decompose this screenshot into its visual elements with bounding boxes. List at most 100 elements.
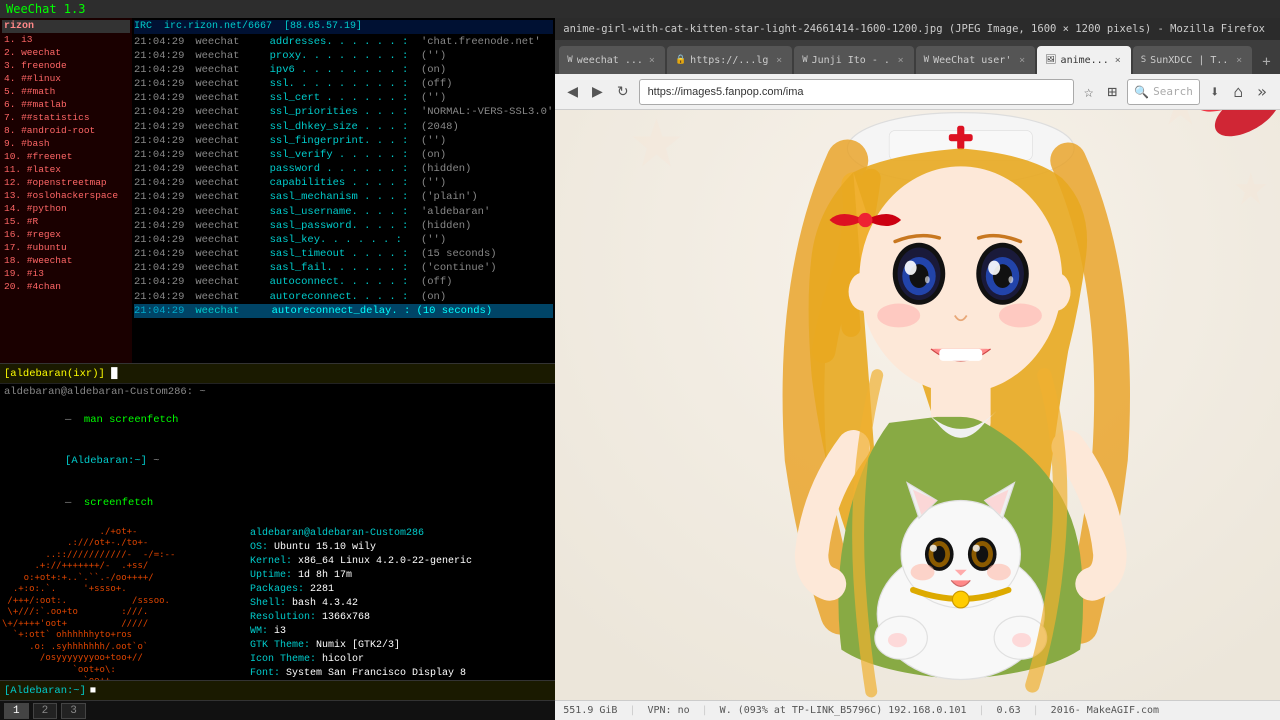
sidebar-item-i3[interactable]: 1. i3 (2, 33, 130, 46)
terminal-prompt1: aldebaran@aldebaran-Custom286: ~ (0, 383, 555, 400)
weechat-titlebar: WeeChat 1.3 (0, 0, 1280, 18)
tab-1[interactable]: 1 (4, 703, 29, 719)
chat-area: rizon 1. i32. weechat3. freenode4. ##lin… (0, 18, 555, 363)
screenfetch-info: aldebaran@aldebaran-Custom286 OS: Ubuntu… (242, 527, 472, 680)
sidebar-item-#math[interactable]: 5. ##math (2, 85, 130, 98)
status-year: 2016- MakeAGIF.com (1051, 705, 1159, 716)
sidebar-item-ubuntu[interactable]: 17. #ubuntu (2, 241, 130, 254)
bookmark-icon[interactable]: ☆ (1080, 78, 1098, 105)
chat-lines-container: 21:04:29 weechat addresses. . . . . . : … (134, 35, 553, 304)
firefox-nav: ◀ ▶ ↻ ☆ ⊞ 🔍 Search ⬇ ⌂ » ☰ (555, 74, 1280, 110)
sidebar-item-latex[interactable]: 11. #latex (2, 163, 130, 176)
firefox-content (555, 110, 1280, 700)
search-placeholder: Search (1153, 85, 1193, 98)
status-window: W. (093% at TP-LINK_B5796C) 192.168.0.10… (720, 705, 967, 716)
chat-line: 21:04:29 weechat sasl_mechanism . . . : … (134, 190, 553, 204)
status-size: 551.9 GiB (563, 705, 617, 716)
terminal-bottom-prompt: [Aldebaran:~] (4, 685, 86, 697)
status-divider1: | (629, 705, 635, 716)
sidebar-item-R[interactable]: 15. #R (2, 215, 130, 228)
chat-line: 21:04:29 weechat password . . . . . . : … (134, 162, 553, 176)
tab-favicon-anime: 🖼 (1045, 55, 1056, 65)
tab-label-weechat: weechat ... (577, 55, 643, 66)
sidebar-item-weechat[interactable]: 2. weechat (2, 46, 130, 59)
chat-line: 21:04:29 weechat autoreconnect. . . . : … (134, 290, 553, 304)
sidebar-item-#linux[interactable]: 4. ##linux (2, 72, 130, 85)
sidebar-item-python[interactable]: 14. #python (2, 202, 130, 215)
main-layout: rizon 1. i32. weechat3. freenode4. ##lin… (0, 18, 1280, 720)
chat-line: 21:04:29 weechat autoconnect. . . . . : … (134, 275, 553, 289)
tab-label-junji: Junji Ito - ... (812, 55, 892, 66)
chat-line: 21:04:29 weechat ssl_fingerprint. . . : … (134, 134, 553, 148)
sidebar-item-#matlab[interactable]: 6. ##matlab (2, 98, 130, 111)
sidebar-item-weechat[interactable]: 18. #weechat (2, 254, 130, 267)
right-panel: anime-girl-with-cat-kitten-star-light-24… (555, 18, 1280, 720)
sidebar-item-regex[interactable]: 16. #regex (2, 228, 130, 241)
tab-2[interactable]: 2 (33, 703, 58, 719)
download-icon[interactable]: ⬇ (1206, 78, 1224, 105)
search-bar[interactable]: 🔍 Search (1127, 79, 1200, 105)
sidebar-item-oslohackerspace[interactable]: 13. #oslohackerspace (2, 189, 130, 202)
forward-button[interactable]: ▶ (588, 79, 607, 104)
tab-close-weechat[interactable]: × (647, 55, 657, 66)
sidebar-server[interactable]: rizon (2, 20, 130, 33)
status-zoom: 0.63 (997, 705, 1021, 716)
tab-close-lgrab[interactable]: × (774, 55, 784, 66)
terminal-bottom-bar[interactable]: [Aldebaran:~] ■ (0, 680, 555, 700)
search-icon: 🔍 (1134, 85, 1149, 99)
chat-line: 21:04:29 weechat sasl_key. . . . . . : (… (134, 233, 553, 247)
chat-input-bar[interactable]: [aldebaran(ixr)] █ (0, 363, 555, 383)
tab-close-junji[interactable]: × (896, 55, 906, 66)
chat-line: 21:04:29 weechat ipv6 . . . . . . . . : … (134, 63, 553, 77)
firefox-tab-junji[interactable]: W Junji Ito - ... × (794, 46, 913, 74)
sidebar-item-#statistics[interactable]: 7. ##statistics (2, 111, 130, 124)
firefox-title: anime-girl-with-cat-kitten-star-light-24… (563, 23, 1265, 35)
firefox-tab-lgrab[interactable]: 🔒 https://...lgrab.py × (667, 46, 792, 74)
terminal-user-host: aldebaran@aldebaran-Custom286: ~ (4, 386, 206, 398)
tab-close-anime[interactable]: × (1113, 55, 1123, 66)
firefox-tab-anime[interactable]: 🖼 anime... × (1037, 46, 1131, 74)
back-button[interactable]: ◀ (563, 79, 582, 104)
tab-bar: 1 2 3 (0, 700, 555, 720)
new-tab-button[interactable]: + (1254, 50, 1278, 74)
tab-label-anime: anime... (1061, 55, 1109, 66)
tab-label-sunxdcc: SunXDCC | T... (1150, 55, 1230, 66)
tab-favicon-junji: W (802, 55, 807, 65)
term-line-prompt2: [Aldebaran:~] ~ (2, 442, 553, 484)
chat-line: 21:04:29 weechat ssl_dhkey_size . . . : … (134, 120, 553, 134)
tab-favicon-weechatuser: W (924, 55, 929, 65)
tab-3[interactable]: 3 (61, 703, 86, 719)
sidebar-item-bash[interactable]: 9. #bash (2, 137, 130, 150)
reload-button[interactable]: ↻ (613, 79, 633, 104)
sidebar-item-i3[interactable]: 19. #i3 (2, 267, 130, 280)
sidebar-item-4chan[interactable]: 20. #4chan (2, 280, 130, 293)
firefox-tab-sunxdcc[interactable]: S SunXDCC | T... × (1133, 46, 1252, 74)
status-divider3: | (979, 705, 985, 716)
chat-line: 21:04:29 weechat sasl_fail. . . . . . : … (134, 261, 553, 275)
sidebar-item-freenet[interactable]: 10. #freenet (2, 150, 130, 163)
pocket-icon[interactable]: ⊞ (1104, 78, 1122, 105)
chat-line: 21:04:29 weechat sasl_password. . . . : … (134, 219, 553, 233)
tab-close-sunxdcc[interactable]: × (1234, 55, 1244, 66)
sidebar-items-container: 1. i32. weechat3. freenode4. ##linux5. #… (2, 33, 130, 293)
sidebar-item-openstreetmap[interactable]: 12. #openstreetmap (2, 176, 130, 189)
ascii-art: ./+ot+- .:///ot+-./to+- ..::///////////-… (2, 527, 242, 680)
firefox-tab-weechat[interactable]: W weechat ... × (559, 46, 665, 74)
status-divider4: | (1033, 705, 1039, 716)
chat-line: 21:04:29 weechat proxy. . . . . . . . : … (134, 49, 553, 63)
chat-line: 21:04:29 weechat ssl_cert . . . . . . : … (134, 91, 553, 105)
left-panel: rizon 1. i32. weechat3. freenode4. ##lin… (0, 18, 555, 720)
tab-favicon-lgrab: 🔒 (675, 55, 686, 65)
sidebar: rizon 1. i32. weechat3. freenode4. ##lin… (0, 18, 132, 363)
firefox-titlebar: anime-girl-with-cat-kitten-star-light-24… (555, 18, 1280, 40)
chat-line: 21:04:29 weechat sasl_timeout . . . . : … (134, 247, 553, 261)
status-divider2: | (702, 705, 708, 716)
tab-close-weechatuser[interactable]: × (1017, 55, 1027, 66)
firefox-tab-weechatuser[interactable]: W WeeChat user' ... × (916, 46, 1035, 74)
overflow-icon[interactable]: » (1253, 78, 1271, 105)
screenfetch-output: ./+ot+- .:///ot+-./to+- ..::///////////-… (2, 527, 553, 680)
home-icon[interactable]: ⌂ (1229, 78, 1247, 105)
url-bar[interactable] (639, 79, 1074, 105)
sidebar-item-freenode[interactable]: 3. freenode (2, 59, 130, 72)
sidebar-item-android-root[interactable]: 8. #android-root (2, 124, 130, 137)
